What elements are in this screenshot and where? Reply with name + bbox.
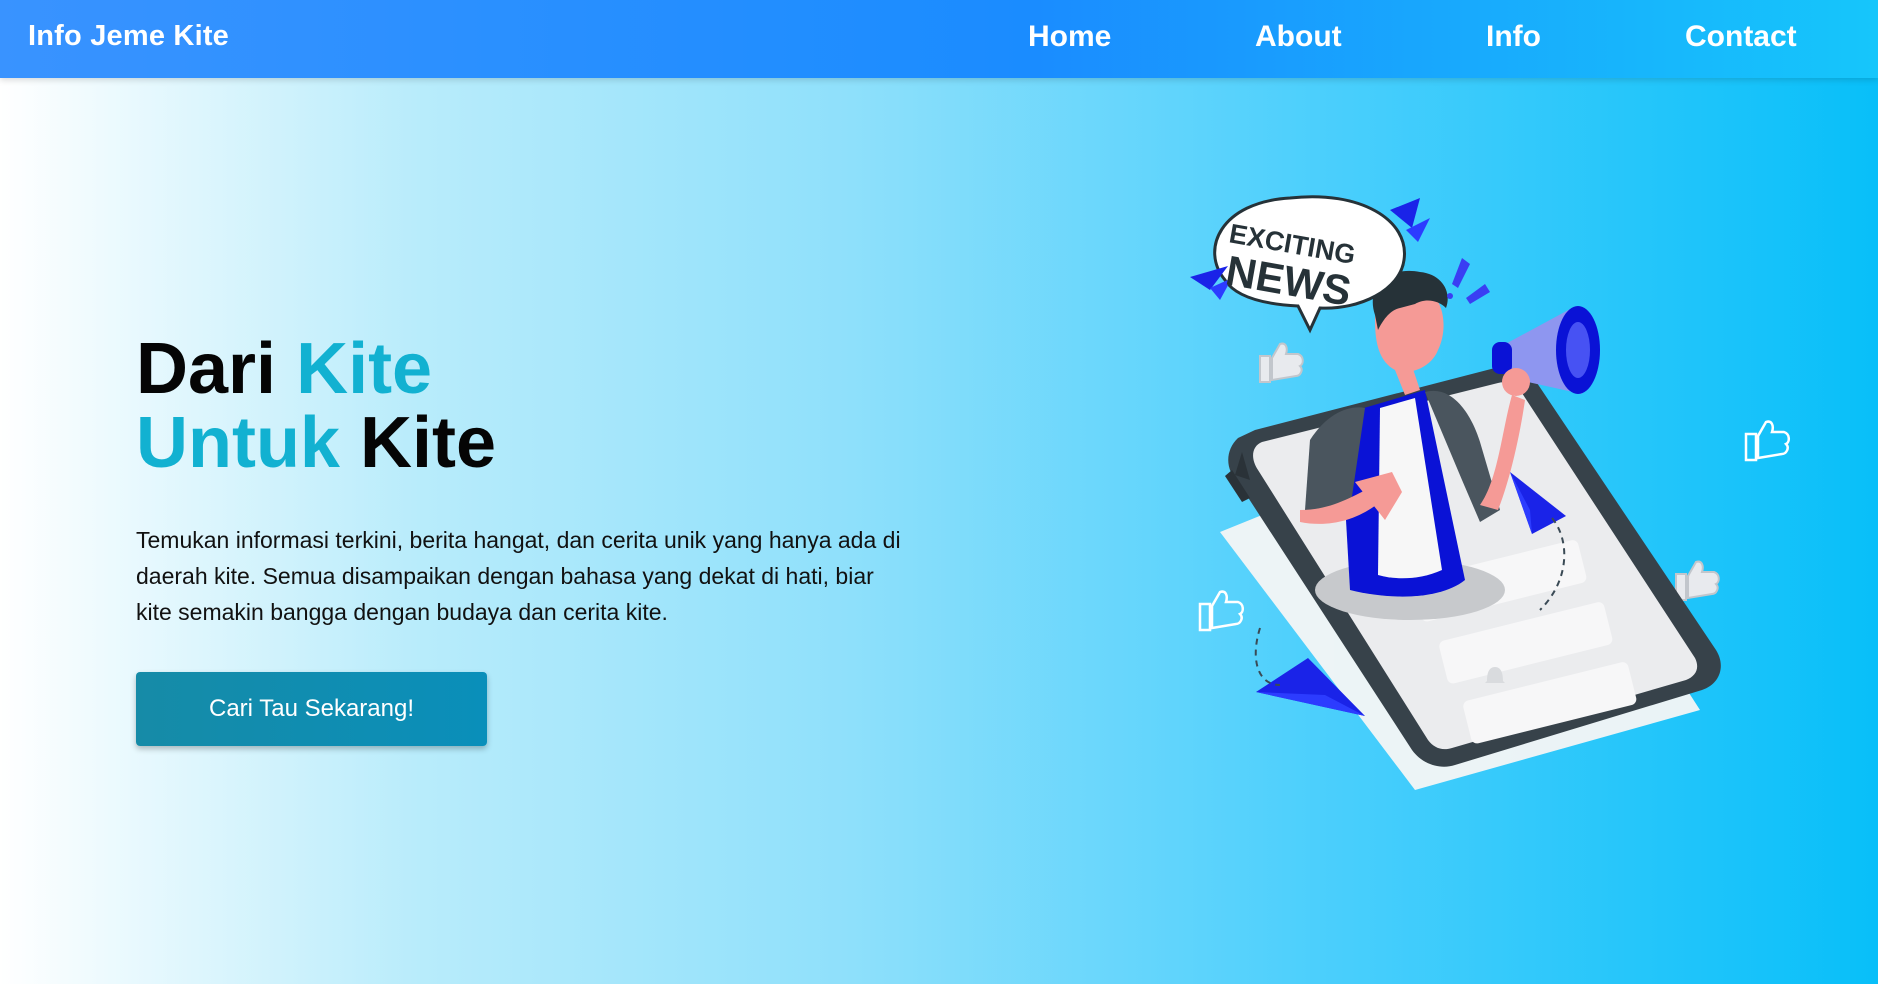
exciting-news-illustration: 12 [1190, 195, 1790, 790]
hero-title-accent: Untuk [136, 403, 340, 483]
thumbs-up-icon [1675, 560, 1720, 601]
nav-contact[interactable]: Contact [1685, 20, 1797, 54]
hero-title-accent: Kite [296, 329, 433, 409]
brand-logo[interactable]: Info Jeme Kite [28, 20, 229, 53]
nav-info[interactable]: Info [1486, 20, 1541, 54]
hero-title: Dari Kite Untuk Kite [136, 332, 496, 480]
navbar: Info Jeme Kite Home About Info Contact [0, 0, 1878, 78]
thumbs-up-icon [1259, 342, 1304, 383]
thumbs-up-icon [1744, 420, 1790, 462]
megaphone-icon [1492, 306, 1600, 396]
hero-title-word: Dari [136, 329, 297, 409]
exclamation-marks [1447, 258, 1490, 304]
nav-about[interactable]: About [1255, 20, 1342, 54]
hero-description: Temukan informasi terkini, berita hangat… [136, 527, 901, 625]
cta-button[interactable]: Cari Tau Sekarang! [136, 672, 487, 746]
thumbs-up-icon [1198, 590, 1244, 632]
hero-title-word: Kite [339, 403, 497, 483]
nav-home[interactable]: Home [1028, 20, 1111, 54]
